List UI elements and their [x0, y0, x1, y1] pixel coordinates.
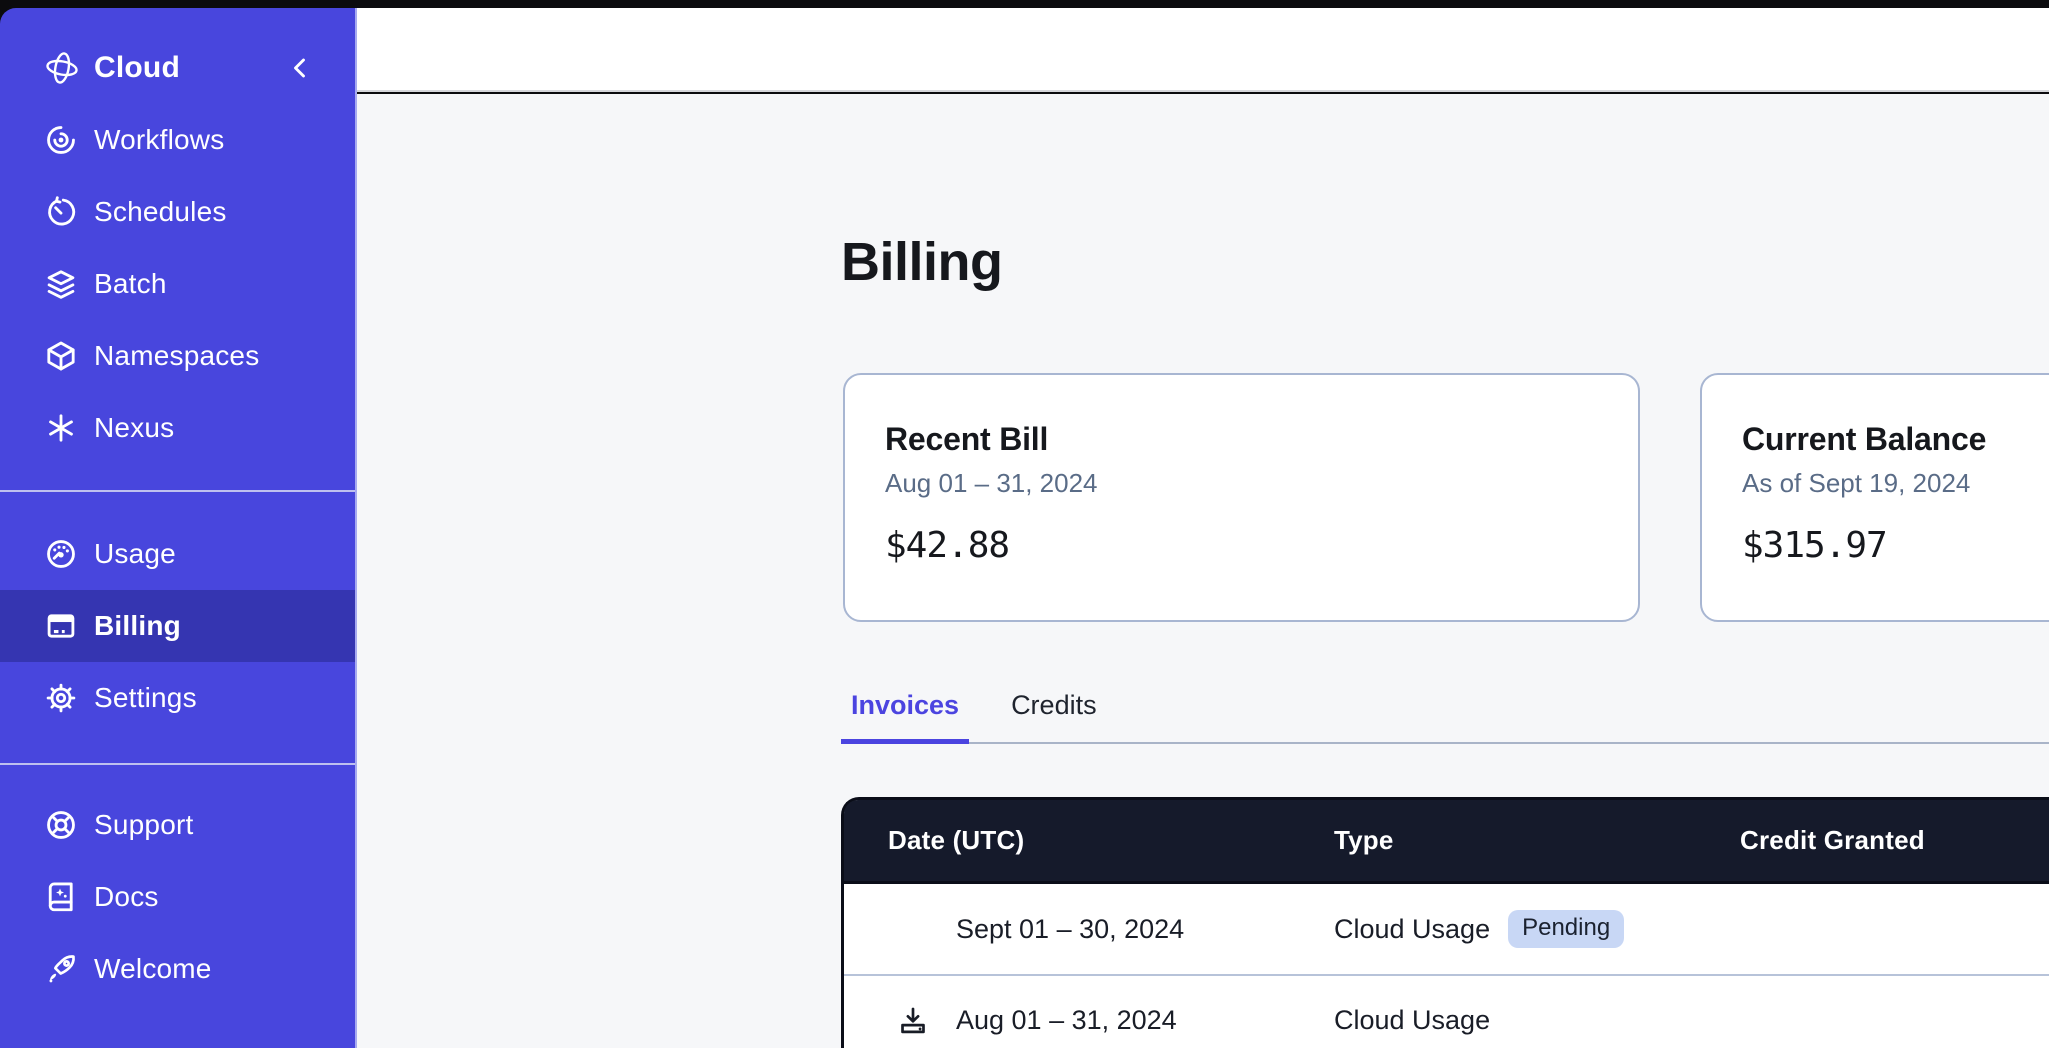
- brand-label: Cloud: [94, 51, 180, 85]
- sidebar-item-settings[interactable]: Settings: [0, 662, 355, 734]
- schedules-icon: [44, 195, 78, 229]
- sidebar-item-label: Namespaces: [94, 340, 259, 372]
- sidebar-item-docs[interactable]: Docs: [0, 861, 355, 933]
- status-badge: Pending: [1508, 910, 1624, 948]
- sidebar-item-nexus[interactable]: Nexus: [0, 392, 355, 464]
- sidebar-item-label: Usage: [94, 538, 176, 570]
- top-bar: [357, 8, 2049, 92]
- sidebar-item-schedules[interactable]: Schedules: [0, 176, 355, 248]
- app-window: Cloud Workflows: [0, 0, 2049, 1048]
- welcome-rocket-icon: [44, 952, 78, 986]
- page-title: Billing: [841, 230, 1002, 294]
- invoices-table: Date (UTC) Type Credit Granted Sept 01 –…: [841, 797, 2049, 1048]
- sidebar-item-welcome[interactable]: Welcome: [0, 933, 355, 1005]
- workflows-icon: [44, 123, 78, 157]
- cell-date: Aug 01 – 31, 2024: [844, 1003, 1334, 1037]
- namespaces-icon: [44, 339, 78, 373]
- card-amount: $315.97: [1742, 525, 2049, 566]
- table-header: Date (UTC) Type Credit Granted: [844, 800, 2049, 884]
- settings-gear-icon: [44, 681, 78, 715]
- cell-date: Sept 01 – 30, 2024: [844, 912, 1334, 946]
- temporal-cloud-logo-icon: [44, 50, 80, 86]
- sidebar-divider: [0, 490, 355, 492]
- sidebar-item-label: Billing: [94, 610, 181, 642]
- column-header-date: Date (UTC): [844, 825, 1334, 856]
- support-lifebuoy-icon: [44, 808, 78, 842]
- billing-summary-cards: Recent Bill Aug 01 – 31, 2024 $42.88 Cur…: [843, 373, 2049, 622]
- nexus-icon: [44, 411, 78, 445]
- main-content: Billing Recent Bill Aug 01 – 31, 2024 $4…: [357, 94, 2049, 1048]
- sidebar-item-workflows[interactable]: Workflows: [0, 104, 355, 176]
- tab-credits[interactable]: Credits: [1001, 689, 1107, 744]
- sidebar-item-label: Batch: [94, 268, 167, 300]
- sidebar-item-label: Schedules: [94, 196, 227, 228]
- billing-card-icon: [44, 609, 78, 643]
- column-header-credit-granted: Credit Granted: [1740, 825, 2049, 856]
- download-invoice-icon[interactable]: [896, 1003, 930, 1037]
- usage-gauge-icon: [44, 537, 78, 571]
- download-slot-empty: [896, 912, 930, 946]
- sidebar-nav-footer: Support Docs: [0, 789, 355, 1005]
- docs-book-icon: [44, 880, 78, 914]
- sidebar-nav-primary: Workflows Schedules: [0, 104, 355, 464]
- sidebar-item-label: Workflows: [94, 124, 224, 156]
- sidebar-nav-account: Usage Billing: [0, 518, 355, 734]
- invoice-type: Cloud Usage: [1334, 914, 1490, 945]
- sidebar-item-label: Docs: [94, 881, 159, 913]
- sidebar-item-label: Nexus: [94, 412, 174, 444]
- billing-tabs: Invoices Credits: [841, 689, 2049, 744]
- sidebar-item-namespaces[interactable]: Namespaces: [0, 320, 355, 392]
- sidebar-item-label: Settings: [94, 682, 197, 714]
- column-header-type: Type: [1334, 825, 1740, 856]
- brand: Cloud: [0, 32, 355, 104]
- tab-invoices[interactable]: Invoices: [841, 689, 969, 744]
- sidebar-item-billing[interactable]: Billing: [0, 590, 355, 662]
- sidebar-item-support[interactable]: Support: [0, 789, 355, 861]
- sidebar-item-label: Support: [94, 809, 193, 841]
- sidebar-item-usage[interactable]: Usage: [0, 518, 355, 590]
- invoice-date: Sept 01 – 30, 2024: [956, 914, 1184, 945]
- card-title: Current Balance: [1742, 421, 2049, 458]
- sidebar-item-label: Welcome: [94, 953, 212, 985]
- current-balance-card: Current Balance As of Sept 19, 2024 $315…: [1700, 373, 2049, 622]
- card-period: Aug 01 – 31, 2024: [885, 468, 1598, 499]
- sidebar-divider: [0, 763, 355, 765]
- table-row: Sept 01 – 30, 2024 Cloud Usage Pending: [844, 884, 2049, 974]
- card-title: Recent Bill: [885, 421, 1598, 458]
- table-row: Aug 01 – 31, 2024 Cloud Usage: [844, 974, 2049, 1048]
- chevron-left-icon[interactable]: [285, 53, 315, 83]
- recent-bill-card: Recent Bill Aug 01 – 31, 2024 $42.88: [843, 373, 1640, 622]
- card-period: As of Sept 19, 2024: [1742, 468, 2049, 499]
- cell-type: Cloud Usage: [1334, 1005, 1740, 1036]
- cell-type: Cloud Usage Pending: [1334, 910, 1740, 948]
- sidebar-item-batch[interactable]: Batch: [0, 248, 355, 320]
- sidebar: Cloud Workflows: [0, 8, 357, 1048]
- batch-icon: [44, 267, 78, 301]
- card-amount: $42.88: [885, 525, 1598, 566]
- invoice-date: Aug 01 – 31, 2024: [956, 1005, 1177, 1036]
- invoice-type: Cloud Usage: [1334, 1005, 1490, 1036]
